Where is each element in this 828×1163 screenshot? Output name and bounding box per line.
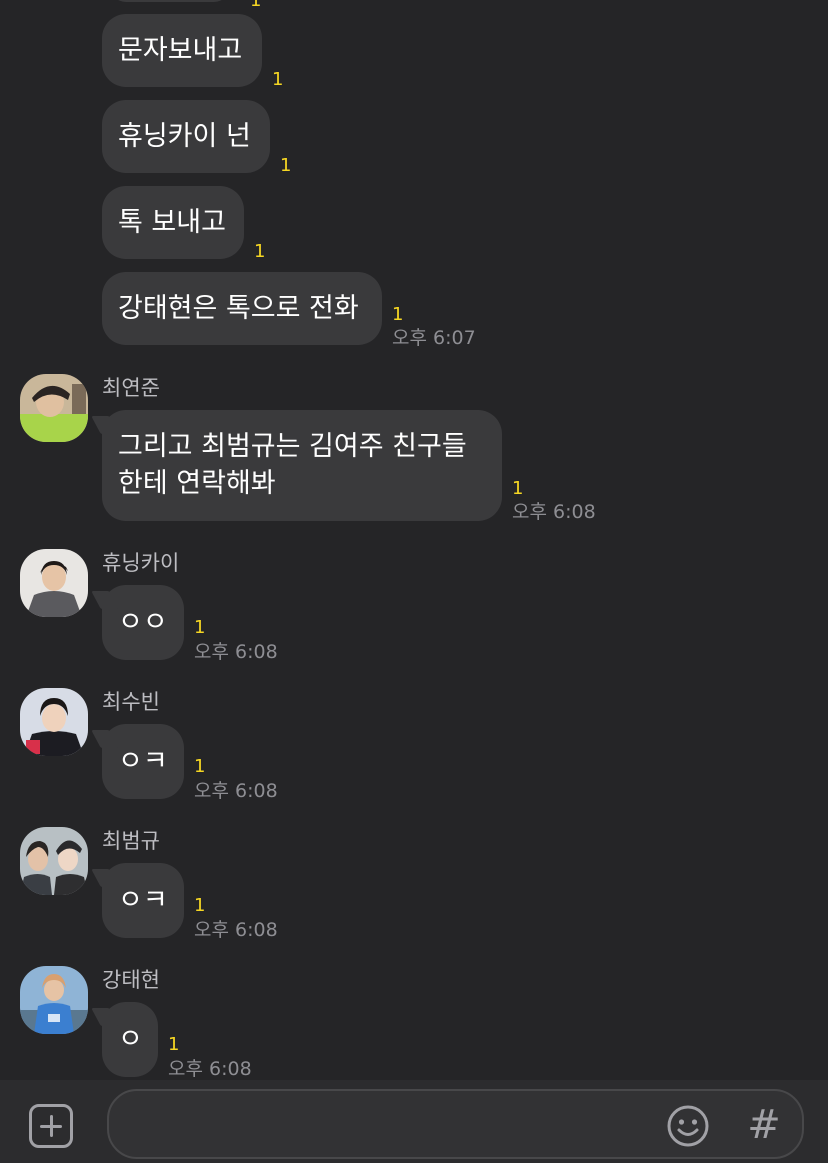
message-text: ㅇㅋ: [118, 885, 168, 916]
message-text-line: 한테 연락해봐: [118, 468, 276, 499]
unread-count: 1: [272, 69, 284, 90]
avatar[interactable]: [20, 374, 88, 442]
smiley-icon[interactable]: [666, 1104, 710, 1148]
avatar[interactable]: [20, 549, 88, 617]
message-bubble-partial[interactable]: [110, 0, 230, 2]
unread-count: 1: [280, 155, 292, 176]
message-text: 강태현은 톡으로 전화: [118, 293, 359, 324]
message-bubble[interactable]: ㅇㅋ: [102, 863, 184, 938]
unread-count: 1: [194, 617, 206, 638]
message-text: ㅇㅇ: [118, 607, 168, 638]
message-bubble[interactable]: 휴닝카이 넌: [102, 100, 270, 173]
message-bubble[interactable]: ㅇㅋ: [102, 724, 184, 799]
hashtag-icon[interactable]: #: [745, 1100, 783, 1150]
message-text: ㅇ: [118, 1024, 143, 1055]
message-timestamp: 오후 6:07: [392, 327, 476, 349]
message-text: 톡 보내고: [118, 207, 226, 238]
avatar[interactable]: [20, 688, 88, 756]
sender-name: 강태현: [102, 968, 160, 992]
message-bubble[interactable]: 그리고 최범규는 김여주 친구들 한테 연락해봐: [102, 410, 502, 521]
message-timestamp: 오후 6:08: [512, 501, 596, 523]
message-text: ㅇㅋ: [118, 746, 168, 777]
sender-name: 최연준: [102, 376, 160, 400]
unread-count: 1: [168, 1034, 180, 1055]
message-bubble[interactable]: ㅇ: [102, 1002, 158, 1077]
message-timestamp: 오후 6:08: [194, 780, 278, 802]
sender-name: 최범규: [102, 829, 160, 853]
message-bubble[interactable]: 강태현은 톡으로 전화: [102, 272, 382, 345]
message-bubble[interactable]: ㅇㅇ: [102, 585, 184, 660]
message-bubble[interactable]: 문자보내고: [102, 14, 262, 87]
unread-count: 1: [254, 241, 266, 262]
unread-count: 1: [194, 895, 206, 916]
message-timestamp: 오후 6:08: [194, 641, 278, 663]
message-bubble[interactable]: 톡 보내고: [102, 186, 244, 259]
unread-count: 1: [194, 756, 206, 777]
message-text: 문자보내고: [118, 35, 243, 66]
message-text-line: 그리고 최범규는 김여주 친구들: [118, 431, 467, 462]
avatar[interactable]: [20, 966, 88, 1034]
message-timestamp: 오후 6:08: [194, 919, 278, 941]
message-timestamp: 오후 6:08: [168, 1058, 252, 1080]
message-text: 휴닝카이 넌: [118, 121, 251, 152]
sender-name: 최수빈: [102, 690, 160, 714]
avatar[interactable]: [20, 827, 88, 895]
unread-count: 1: [392, 304, 404, 325]
sender-name: 휴닝카이: [102, 551, 180, 575]
plus-icon[interactable]: [29, 1104, 73, 1148]
unread-count: 1: [250, 0, 262, 11]
unread-count: 1: [512, 478, 524, 499]
